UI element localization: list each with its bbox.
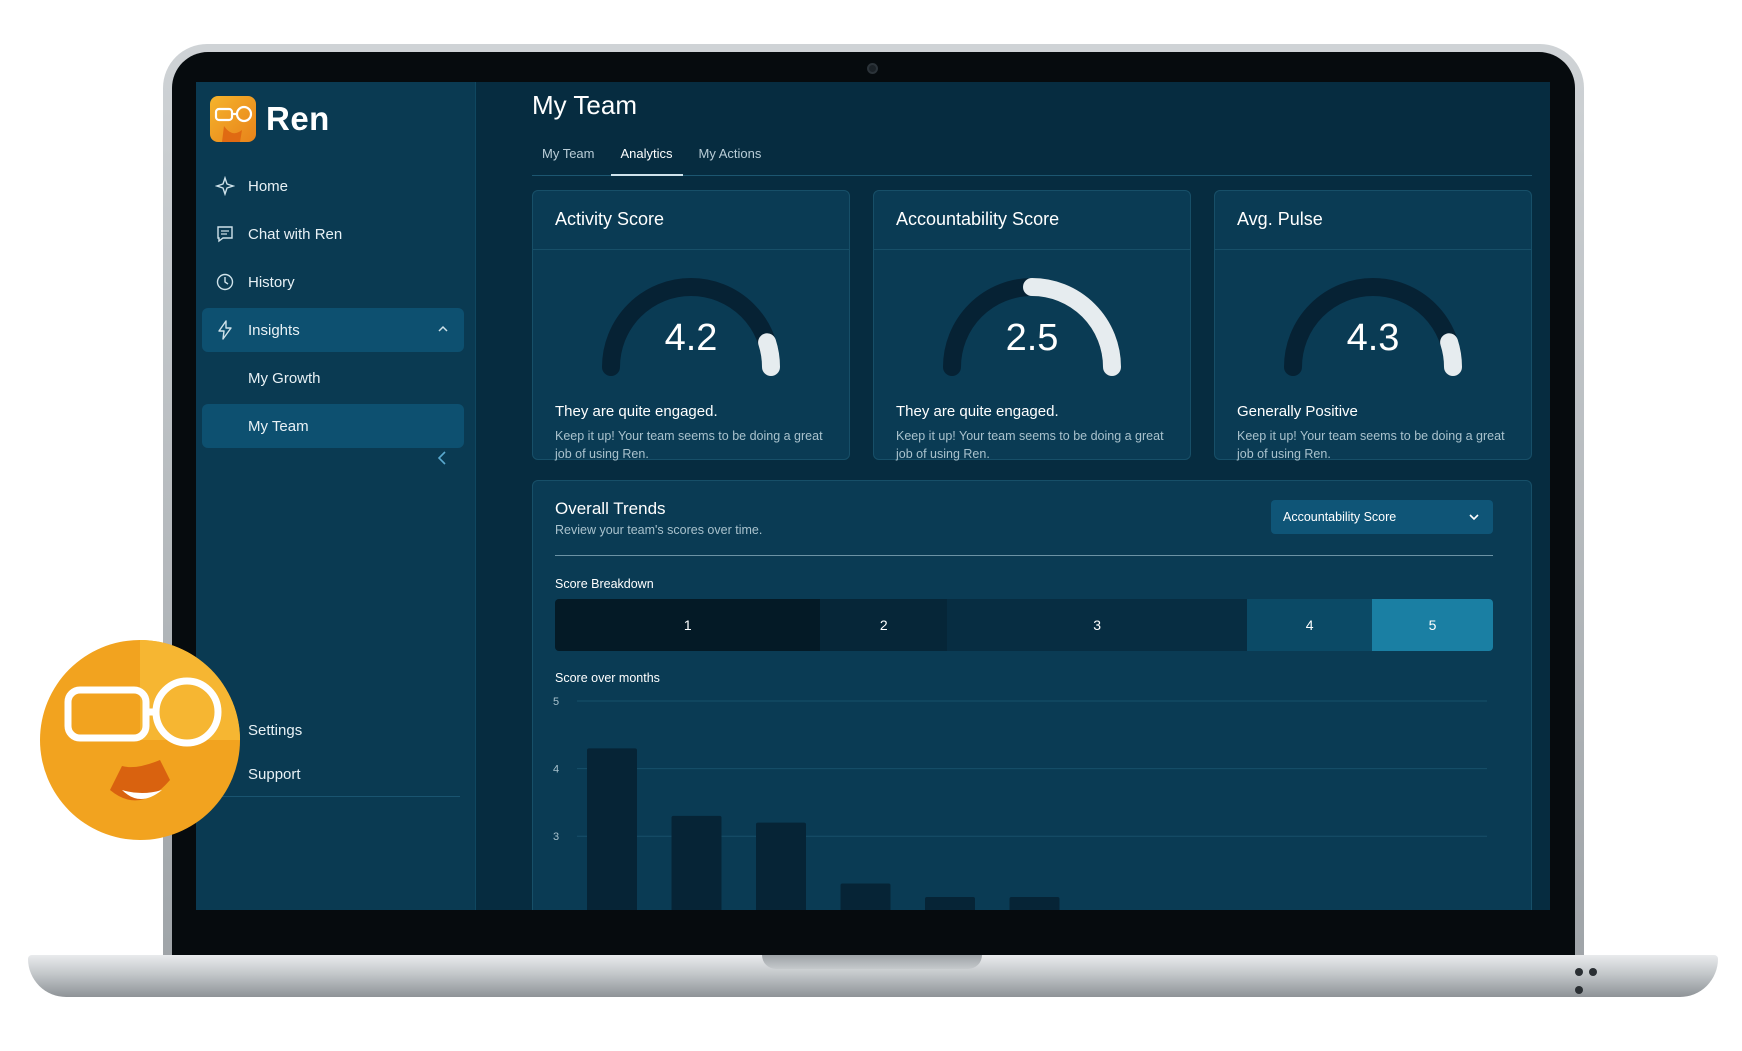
app-name: Ren xyxy=(266,100,330,137)
chevron-down-icon xyxy=(1467,510,1481,527)
sidebar-item-chat[interactable]: Chat with Ren xyxy=(202,212,464,256)
sidebar-item-label: History xyxy=(248,273,295,291)
lightning-icon xyxy=(214,319,236,341)
sidebar-item-label: Settings xyxy=(248,721,303,739)
gauge-value: 4.3 xyxy=(1346,317,1400,359)
status-lights xyxy=(1575,963,1615,994)
app-screen: Ren Home Chat with Ren History Insights … xyxy=(196,82,1550,910)
sidebar-item-support[interactable]: Support xyxy=(202,754,464,794)
avg-pulse-card: Avg. Pulse 4.3 Generally Positive Keep i… xyxy=(1214,190,1532,461)
score-breakdown-bar: 12345 xyxy=(555,599,1493,651)
gauge-value: 4.2 xyxy=(664,317,718,359)
tab-my-team[interactable]: My Team xyxy=(532,140,605,176)
breakdown-segment: 4 xyxy=(1247,599,1372,651)
chart-bar xyxy=(587,748,637,910)
score-over-months-label: Score over months xyxy=(555,671,660,685)
ren-logo-icon xyxy=(210,96,256,142)
sidebar-item-label: Support xyxy=(248,765,301,783)
main-content: My Team My Team Analytics My Actions Act… xyxy=(476,82,1550,910)
card-heading: Generally Positive xyxy=(1237,403,1358,420)
sidebar-item-my-growth[interactable]: My Growth xyxy=(202,356,464,400)
sidebar-bottom-nav: Settings Support xyxy=(202,710,464,798)
sparkle-icon xyxy=(214,175,236,197)
trends-subtitle: Review your team's scores over time. xyxy=(555,523,763,537)
tab-bar: My Team Analytics My Actions xyxy=(532,140,1532,176)
y-tick-label: 3 xyxy=(553,831,559,843)
card-title: Avg. Pulse xyxy=(1237,209,1323,229)
breakdown-segment: 1 xyxy=(555,599,821,651)
chat-icon xyxy=(214,223,236,245)
tab-my-actions[interactable]: My Actions xyxy=(689,140,772,176)
score-type-select[interactable]: Accountability Score xyxy=(1271,500,1493,534)
sidebar-item-insights[interactable]: Insights xyxy=(202,308,464,352)
y-tick-label: 4 xyxy=(553,764,559,776)
card-heading: They are quite engaged. xyxy=(896,403,1059,420)
card-description: Keep it up! Your team seems to be doing … xyxy=(555,429,823,461)
breakdown-segment: 5 xyxy=(1371,599,1493,651)
breakdown-segment: 3 xyxy=(947,599,1248,651)
card-description: Keep it up! Your team seems to be doing … xyxy=(896,429,1164,461)
collapse-sidebar-icon[interactable] xyxy=(436,450,448,471)
score-breakdown-label: Score Breakdown xyxy=(555,577,654,591)
sidebar-item-label: Chat with Ren xyxy=(248,225,343,243)
laptop-notch xyxy=(762,955,982,969)
activity-score-card: Activity Score 4.2 They are quite engage… xyxy=(532,190,850,461)
sidebar-item-settings[interactable]: Settings xyxy=(202,710,464,750)
tab-analytics[interactable]: Analytics xyxy=(610,140,683,176)
sidebar-item-my-team[interactable]: My Team xyxy=(202,404,464,448)
chart-bar xyxy=(925,897,975,910)
ren-avatar-icon xyxy=(40,640,240,840)
sidebar-item-history[interactable]: History xyxy=(202,260,464,304)
sidebar-item-label: Home xyxy=(248,177,289,195)
overall-trends-panel: Overall Trends Review your team's scores… xyxy=(532,480,1532,910)
score-gauge: 2.5 xyxy=(934,269,1130,379)
score-cards: Activity Score 4.2 They are quite engage… xyxy=(532,190,1532,461)
trends-divider xyxy=(555,555,1493,556)
score-over-months-chart: 5 4 3 xyxy=(553,696,1487,910)
card-divider xyxy=(533,249,849,250)
card-title: Activity Score xyxy=(555,209,665,229)
history-icon xyxy=(214,271,236,293)
card-divider xyxy=(1215,249,1531,250)
sidebar-divider xyxy=(214,796,460,797)
sidebar-item-label: My Team xyxy=(248,417,309,435)
page-title: My Team xyxy=(532,90,637,120)
sidebar-item-home[interactable]: Home xyxy=(202,164,464,208)
select-value: Accountability Score xyxy=(1283,510,1397,524)
y-tick-label: 5 xyxy=(553,696,559,708)
chart-bar xyxy=(1009,897,1060,910)
score-gauge: 4.2 xyxy=(593,269,789,379)
trends-title: Overall Trends xyxy=(555,499,666,518)
card-heading: They are quite engaged. xyxy=(555,403,718,420)
card-description: Keep it up! Your team seems to be doing … xyxy=(1237,429,1505,461)
breakdown-segment: 2 xyxy=(820,599,948,651)
camera-icon xyxy=(867,63,878,74)
chart-bar xyxy=(840,883,891,910)
sidebar-item-label: Insights xyxy=(248,321,300,339)
score-gauge: 4.3 xyxy=(1275,269,1471,379)
sidebar-nav: Home Chat with Ren History Insights My G… xyxy=(202,164,464,452)
chart-bar xyxy=(671,815,722,910)
card-title: Accountability Score xyxy=(896,209,1060,229)
card-divider xyxy=(874,249,1190,250)
chart-bar xyxy=(756,822,806,910)
app-logo[interactable]: Ren xyxy=(210,96,330,142)
gauge-value: 2.5 xyxy=(1005,317,1059,359)
accountability-score-card: Accountability Score 2.5 They are quite … xyxy=(873,190,1191,461)
sidebar-item-label: My Growth xyxy=(248,369,321,387)
chevron-up-icon[interactable] xyxy=(436,322,450,340)
